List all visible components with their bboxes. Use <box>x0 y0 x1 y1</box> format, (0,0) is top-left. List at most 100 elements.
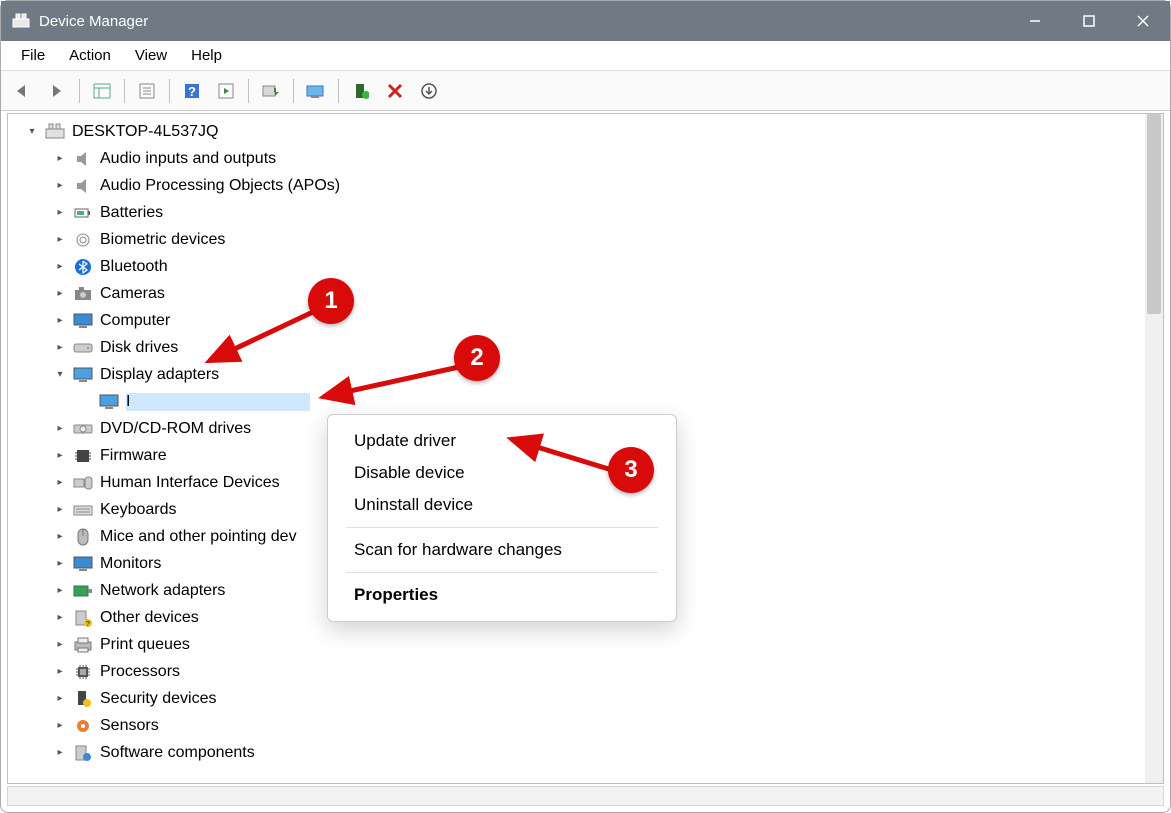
show-hide-tree-button[interactable] <box>86 76 118 106</box>
titlebar: Device Manager <box>1 1 1170 41</box>
context-item-label: Disable device <box>354 463 465 482</box>
maximize-button[interactable] <box>1062 1 1116 41</box>
chevron-right-icon[interactable]: ▸ <box>52 421 68 437</box>
help-button[interactable]: ? <box>176 76 208 106</box>
keyboard-icon <box>72 500 94 520</box>
close-button[interactable] <box>1116 1 1170 41</box>
tree-label: Audio inputs and outputs <box>100 150 276 168</box>
camera-icon <box>72 284 94 304</box>
tree-item-audio-io[interactable]: ▸ Audio inputs and outputs <box>10 145 1143 172</box>
tree-item-biometric[interactable]: ▸ Biometric devices <box>10 226 1143 253</box>
chevron-right-icon[interactable]: ▸ <box>52 340 68 356</box>
tree-label: Software components <box>100 744 255 762</box>
tree-item-disk-drives[interactable]: ▸ Disk drives <box>10 334 1143 361</box>
tree-item-batteries[interactable]: ▸ Batteries <box>10 199 1143 226</box>
context-properties[interactable]: Properties <box>328 579 676 611</box>
enable-device-button[interactable] <box>345 76 377 106</box>
menu-action[interactable]: Action <box>57 45 123 66</box>
scan-hardware-button[interactable] <box>300 76 332 106</box>
toolbar-separator <box>338 79 339 103</box>
properties-button[interactable] <box>131 76 163 106</box>
tree-item-display-child[interactable]: I <box>10 388 1143 415</box>
chip-icon <box>72 446 94 466</box>
tree-label: Biometric devices <box>100 231 225 249</box>
tree-item-sensors[interactable]: ▸ Sensors <box>10 712 1143 739</box>
fingerprint-icon <box>72 230 94 250</box>
security-device-icon <box>72 689 94 709</box>
scrollbar-thumb[interactable] <box>1147 114 1161 314</box>
tree-label: DVD/CD-ROM drives <box>100 420 251 438</box>
forward-button[interactable] <box>41 76 73 106</box>
menu-view[interactable]: View <box>123 45 179 66</box>
chevron-down-icon[interactable]: ▾ <box>52 367 68 383</box>
context-item-label: Properties <box>354 585 438 604</box>
tree-root[interactable]: ▾ DESKTOP-4L537JQ <box>10 118 1143 145</box>
tree-label: Sensors <box>100 717 159 735</box>
chevron-right-icon[interactable]: ▸ <box>52 232 68 248</box>
toolbar-separator <box>79 79 80 103</box>
tree-item-cameras[interactable]: ▸ Cameras <box>10 280 1143 307</box>
context-scan-hardware[interactable]: Scan for hardware changes <box>328 534 676 566</box>
tree-item-software-components[interactable]: ▸ Software components <box>10 739 1143 766</box>
chevron-right-icon[interactable]: ▸ <box>52 691 68 707</box>
monitor-icon <box>72 554 94 574</box>
tree-item-processors[interactable]: ▸ Processors <box>10 658 1143 685</box>
chevron-right-icon[interactable]: ▸ <box>52 178 68 194</box>
tree-label: Computer <box>100 312 170 330</box>
tree-label: DESKTOP-4L537JQ <box>72 123 218 141</box>
tree-item-bluetooth[interactable]: ▸ Bluetooth <box>10 253 1143 280</box>
chevron-right-icon[interactable]: ▸ <box>52 205 68 221</box>
computer-icon <box>44 122 66 142</box>
tree-label: Processors <box>100 663 180 681</box>
app-icon <box>11 11 31 31</box>
tree-item-computer[interactable]: ▸ Computer <box>10 307 1143 334</box>
bluetooth-icon <box>72 257 94 277</box>
tree-item-display-adapters[interactable]: ▾ Display adapters <box>10 361 1143 388</box>
context-separator <box>346 572 658 573</box>
install-legacy-button[interactable] <box>413 76 445 106</box>
menu-file[interactable]: File <box>9 45 57 66</box>
software-component-icon <box>72 743 94 763</box>
chevron-right-icon[interactable]: ▸ <box>52 259 68 275</box>
chevron-right-icon[interactable]: ▸ <box>52 664 68 680</box>
tree-label: Network adapters <box>100 582 225 600</box>
unknown-device-icon: ? <box>72 608 94 628</box>
context-uninstall-device[interactable]: Uninstall device <box>328 489 676 521</box>
tree-label: Monitors <box>100 555 161 573</box>
update-driver-button[interactable] <box>255 76 287 106</box>
tree-label: Mice and other pointing dev <box>100 528 297 546</box>
action-pane-button[interactable] <box>210 76 242 106</box>
chevron-right-icon[interactable]: ▸ <box>52 313 68 329</box>
tree-item-security-devices[interactable]: ▸ Security devices <box>10 685 1143 712</box>
tree-item-print-queues[interactable]: ▸ Print queues <box>10 631 1143 658</box>
menu-help[interactable]: Help <box>179 45 234 66</box>
toolbar-separator <box>169 79 170 103</box>
uninstall-device-button[interactable] <box>379 76 411 106</box>
context-menu: Update driver Disable device Uninstall d… <box>327 414 677 622</box>
toolbar-separator <box>124 79 125 103</box>
chevron-right-icon[interactable]: ▸ <box>52 610 68 626</box>
chevron-right-icon[interactable]: ▸ <box>52 745 68 761</box>
chevron-right-icon[interactable]: ▸ <box>52 637 68 653</box>
context-item-label: Uninstall device <box>354 495 473 514</box>
tree-item-apo[interactable]: ▸ Audio Processing Objects (APOs) <box>10 172 1143 199</box>
back-button[interactable] <box>7 76 39 106</box>
tree-label: Other devices <box>100 609 199 627</box>
chevron-right-icon[interactable]: ▸ <box>52 151 68 167</box>
annotation-badge-3: 3 <box>608 447 654 493</box>
chevron-right-icon[interactable]: ▸ <box>52 448 68 464</box>
window-buttons <box>1008 1 1170 41</box>
chevron-right-icon[interactable]: ▸ <box>52 502 68 518</box>
vertical-scrollbar[interactable] <box>1145 114 1163 783</box>
chevron-down-icon[interactable]: ▾ <box>24 124 40 140</box>
chevron-right-icon[interactable]: ▸ <box>52 583 68 599</box>
context-item-label: Scan for hardware changes <box>354 540 562 559</box>
chevron-right-icon[interactable]: ▸ <box>52 718 68 734</box>
chevron-right-icon[interactable]: ▸ <box>52 286 68 302</box>
minimize-button[interactable] <box>1008 1 1062 41</box>
network-adapter-icon <box>72 581 94 601</box>
chevron-right-icon[interactable]: ▸ <box>52 529 68 545</box>
chevron-right-icon[interactable]: ▸ <box>52 475 68 491</box>
statusbar <box>7 786 1164 806</box>
chevron-right-icon[interactable]: ▸ <box>52 556 68 572</box>
